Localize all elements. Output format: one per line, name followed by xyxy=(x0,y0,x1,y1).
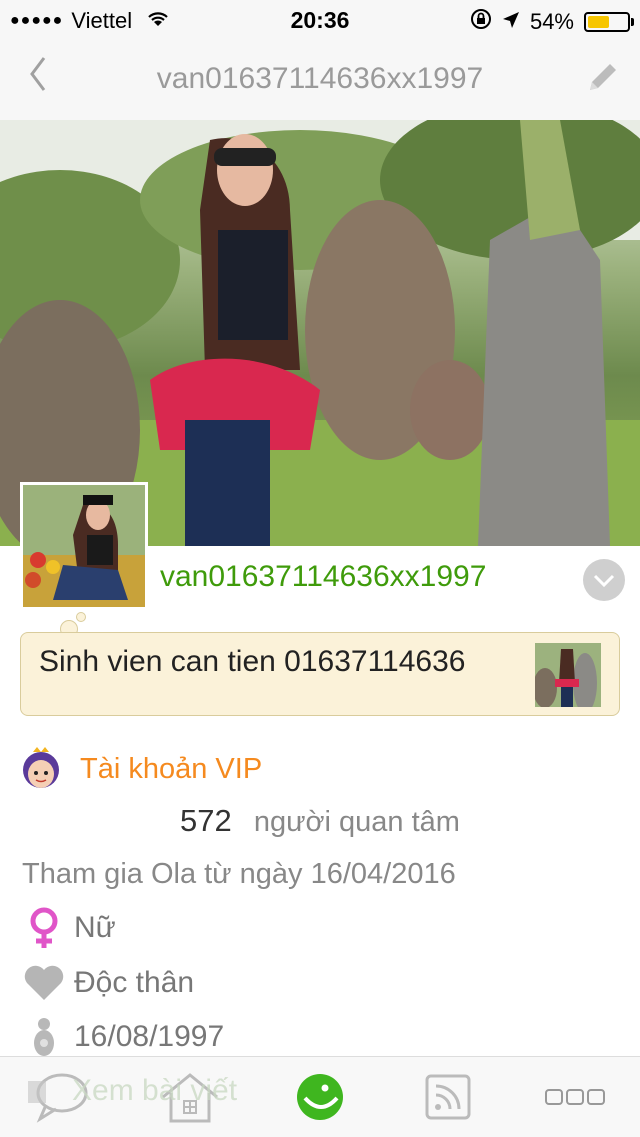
profile-options-button[interactable] xyxy=(583,559,625,601)
status-message-text: Sinh vien can tien 01637114636 xyxy=(39,645,466,678)
status-bar: ●●●●● Viettel 20:36 54% xyxy=(0,0,640,40)
vip-label: Tài khoản VIP xyxy=(80,752,263,785)
baby-icon xyxy=(22,1015,66,1059)
birthday-row: 16/08/1997 xyxy=(22,1015,224,1059)
vip-row[interactable]: Tài khoản VIP xyxy=(20,745,262,793)
more-icon xyxy=(545,1089,605,1105)
smiley-icon xyxy=(297,1074,343,1120)
rotation-lock-icon xyxy=(470,8,492,36)
view-posts-text: Xem bài viết xyxy=(72,1074,238,1107)
followers-count: 572 xyxy=(180,803,232,838)
status-thumbnail-image xyxy=(535,643,601,707)
followers-count-row[interactable]: 572 người quan tâm xyxy=(0,803,640,839)
chevron-down-icon xyxy=(593,574,615,588)
edit-button[interactable] xyxy=(584,60,620,101)
relationship-value: Độc thân xyxy=(74,966,195,999)
status-thumbnail[interactable] xyxy=(535,643,601,707)
heart-icon xyxy=(22,961,66,1005)
birthday-value: 16/08/1997 xyxy=(74,1020,225,1053)
battery-percent: 54% xyxy=(529,9,574,34)
navigation-bar: van01637114636xx1997 xyxy=(0,40,640,120)
page-title: van01637114636xx1997 xyxy=(156,62,484,95)
feed-icon xyxy=(425,1074,471,1120)
avatar[interactable] xyxy=(20,482,148,610)
join-date: Tham gia Ola từ ngày 16/04/2016 xyxy=(22,858,456,890)
pencil-icon xyxy=(590,64,616,90)
female-icon xyxy=(22,906,66,950)
profile-username: van01637114636xx1997 xyxy=(160,560,487,593)
status-message-bubble[interactable]: Sinh vien can tien 01637114636 xyxy=(20,632,620,716)
vip-avatar-icon xyxy=(23,747,59,788)
gender-value: Nữ xyxy=(74,911,116,944)
bubble-tail-small xyxy=(76,612,86,622)
tab-ola[interactable] xyxy=(290,1067,350,1127)
avatar-image xyxy=(23,485,145,607)
location-arrow-icon xyxy=(502,9,520,35)
followers-label: người quan tâm xyxy=(253,806,460,838)
battery-icon xyxy=(584,12,634,32)
relationship-row: Độc thân xyxy=(22,961,194,1005)
tab-more[interactable] xyxy=(540,1067,610,1127)
tab-feed[interactable] xyxy=(420,1067,476,1127)
gender-row: Nữ xyxy=(22,906,116,950)
